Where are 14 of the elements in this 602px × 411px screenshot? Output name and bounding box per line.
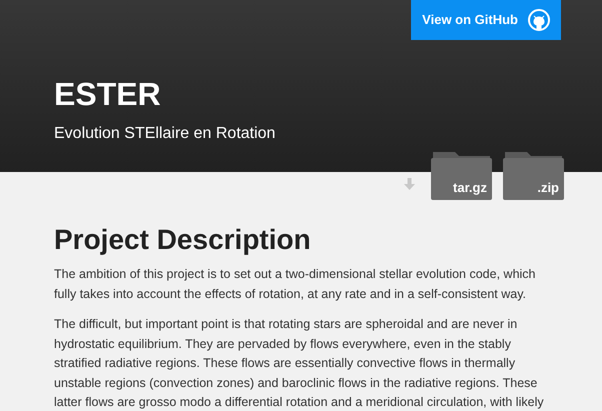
page-subtitle: Evolution STEllaire en Rotation [54, 126, 276, 142]
github-button[interactable]: View on GitHub [411, 0, 561, 40]
download-arrow-icon [404, 178, 415, 190]
page-title: ESTER [54, 78, 162, 110]
folder-label: tar.gz [453, 181, 487, 194]
download-folder[interactable]: tar.gz [431, 150, 492, 200]
github-logo-icon [528, 9, 550, 31]
section-heading: Project Description [54, 226, 312, 254]
description-paragraph: The ambition of this project is to set out a two-dimensional stellar evolution code, which fully takes into account the effects of rotation, at any rate and in a self-consistent way. [54, 266, 536, 303]
folder-icon [503, 150, 564, 200]
description-paragraph: The difficult, but important point is that rotating stars are spheroidal and are never in hydrostatic equilibrium. They are pervaded by flows everywhere, even in the stably stratified radiative regions. These flows are essentially convective flows in thermally unstable regions (convection zones) and baroclinic flows in the radiative regions. These latter flows are grosso modo a differential rotation and a meridional circulation, with likely [54, 316, 545, 411]
download-folder[interactable]: .zip [503, 150, 564, 200]
folder-icon [431, 150, 492, 200]
folder-label: .zip [537, 181, 559, 194]
